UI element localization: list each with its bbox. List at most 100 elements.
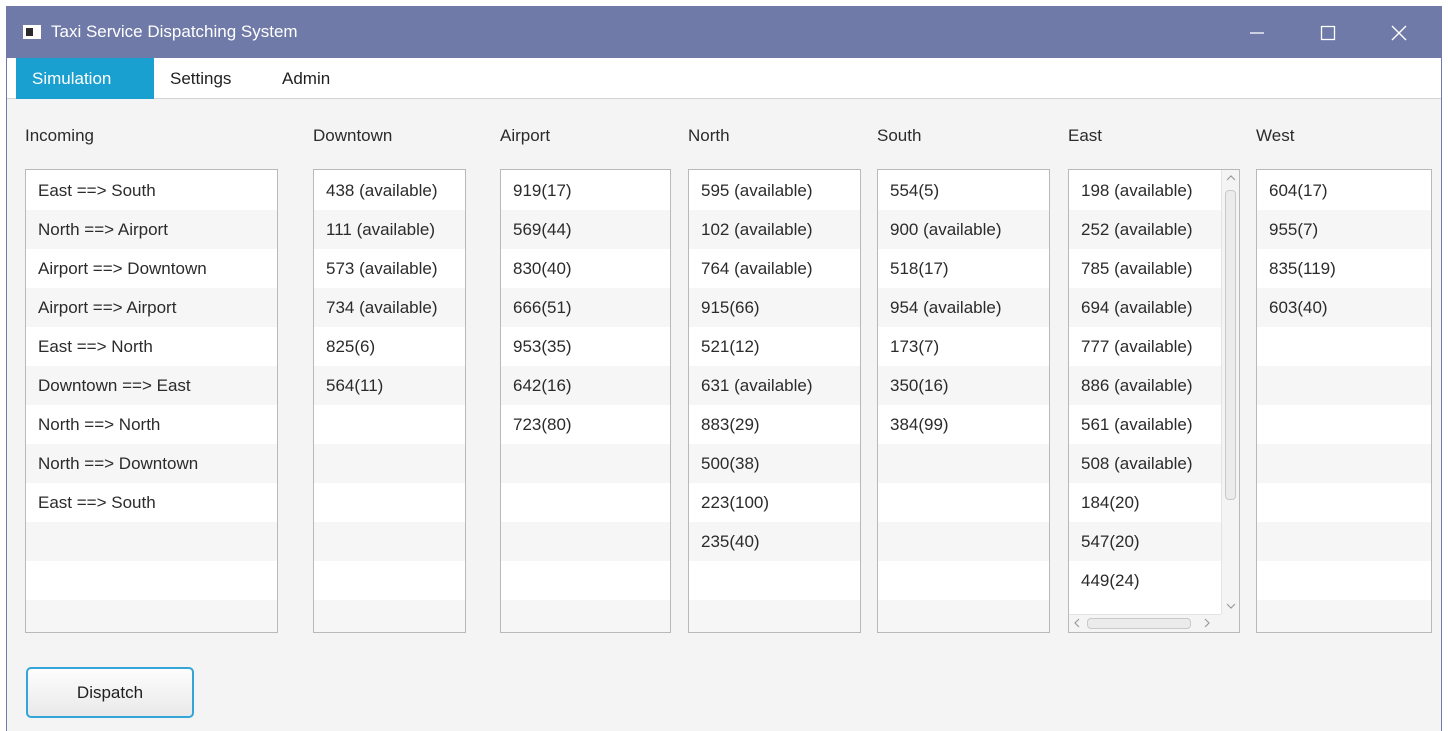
- north-list[interactable]: 595 (available) 102 (available) 764 (avail…: [688, 169, 861, 633]
- list-item[interactable]: 198 (available): [1069, 171, 1221, 210]
- empty-list-row[interactable]: [1257, 522, 1431, 561]
- list-item[interactable]: 835(119): [1257, 249, 1431, 288]
- empty-list-row[interactable]: [314, 483, 465, 522]
- empty-list-row[interactable]: [1257, 327, 1431, 366]
- list-item[interactable]: 900 (available): [878, 210, 1049, 249]
- empty-list-row[interactable]: [26, 561, 277, 600]
- east-horizontal-scroll-thumb[interactable]: [1087, 618, 1191, 629]
- list-item[interactable]: 235(40): [689, 522, 860, 561]
- list-item[interactable]: Airport ==> Downtown: [26, 249, 277, 288]
- empty-list-row[interactable]: [501, 561, 670, 600]
- east-vertical-scroll-thumb[interactable]: [1225, 190, 1236, 500]
- list-item[interactable]: 449(24): [1069, 561, 1221, 600]
- empty-list-row[interactable]: [878, 600, 1049, 632]
- list-item[interactable]: East ==> South: [26, 171, 277, 210]
- empty-list-row[interactable]: [501, 444, 670, 483]
- empty-list-row[interactable]: [314, 561, 465, 600]
- list-item[interactable]: 666(51): [501, 288, 670, 327]
- east-vertical-scrollbar[interactable]: [1221, 170, 1239, 614]
- list-item[interactable]: 642(16): [501, 366, 670, 405]
- empty-list-row[interactable]: [26, 522, 277, 561]
- list-item[interactable]: Airport ==> Airport: [26, 288, 277, 327]
- list-item[interactable]: 777 (available): [1069, 327, 1221, 366]
- list-item[interactable]: 954 (available): [878, 288, 1049, 327]
- empty-list-row[interactable]: [689, 600, 860, 632]
- list-item[interactable]: 764 (available): [689, 249, 860, 288]
- menu-simulation[interactable]: Simulation: [16, 58, 154, 99]
- list-item[interactable]: North ==> Airport: [26, 210, 277, 249]
- list-item[interactable]: 554(5): [878, 171, 1049, 210]
- empty-list-row[interactable]: [314, 522, 465, 561]
- empty-list-row[interactable]: [689, 561, 860, 600]
- empty-list-row[interactable]: [26, 600, 277, 632]
- list-item[interactable]: Downtown ==> East: [26, 366, 277, 405]
- empty-list-row[interactable]: [1257, 600, 1431, 632]
- list-item[interactable]: 561 (available): [1069, 405, 1221, 444]
- empty-list-row[interactable]: [1257, 561, 1431, 600]
- empty-list-row[interactable]: [1257, 444, 1431, 483]
- empty-list-row[interactable]: [501, 600, 670, 632]
- list-item[interactable]: 173(7): [878, 327, 1049, 366]
- list-item[interactable]: 734 (available): [314, 288, 465, 327]
- empty-list-row[interactable]: [878, 483, 1049, 522]
- empty-list-row[interactable]: [1257, 405, 1431, 444]
- empty-list-row[interactable]: [1257, 366, 1431, 405]
- airport-list[interactable]: 919(17) 569(44) 830(40) 666(51) 953(35) 642(1…: [500, 169, 671, 633]
- list-item[interactable]: 603(40): [1257, 288, 1431, 327]
- list-item[interactable]: 184(20): [1069, 483, 1221, 522]
- scroll-right-icon[interactable]: [1203, 618, 1211, 628]
- list-item[interactable]: 825(6): [314, 327, 465, 366]
- list-item[interactable]: 438 (available): [314, 171, 465, 210]
- list-item[interactable]: 384(99): [878, 405, 1049, 444]
- list-item[interactable]: 723(80): [501, 405, 670, 444]
- empty-list-row[interactable]: [314, 405, 465, 444]
- minimize-button[interactable]: [1226, 7, 1290, 58]
- west-list[interactable]: 604(17) 955(7) 835(119) 603(40): [1256, 169, 1432, 633]
- list-item[interactable]: 886 (available): [1069, 366, 1221, 405]
- scroll-left-icon[interactable]: [1073, 618, 1081, 628]
- list-item[interactable]: 785 (available): [1069, 249, 1221, 288]
- empty-list-row[interactable]: [314, 444, 465, 483]
- south-list[interactable]: 554(5) 900 (available) 518(17) 954 (availab…: [877, 169, 1050, 633]
- list-item[interactable]: 830(40): [501, 249, 670, 288]
- list-item[interactable]: 573 (available): [314, 249, 465, 288]
- menu-settings[interactable]: Settings: [154, 58, 247, 99]
- list-item[interactable]: 102 (available): [689, 210, 860, 249]
- incoming-list[interactable]: East ==> South North ==> Airport Airport =…: [25, 169, 278, 633]
- list-item[interactable]: 955(7): [1257, 210, 1431, 249]
- empty-list-row[interactable]: [878, 561, 1049, 600]
- list-item[interactable]: 919(17): [501, 171, 670, 210]
- empty-list-row[interactable]: [501, 483, 670, 522]
- list-item[interactable]: 350(16): [878, 366, 1049, 405]
- scroll-down-icon[interactable]: [1226, 602, 1236, 610]
- list-item[interactable]: 604(17): [1257, 171, 1431, 210]
- empty-list-row[interactable]: [878, 522, 1049, 561]
- list-item[interactable]: 508 (available): [1069, 444, 1221, 483]
- list-item[interactable]: 500(38): [689, 444, 860, 483]
- list-item[interactable]: 953(35): [501, 327, 670, 366]
- east-list[interactable]: 198 (available) 252 (available) 785 (avail…: [1068, 169, 1240, 633]
- list-item[interactable]: 547(20): [1069, 522, 1221, 561]
- empty-list-row[interactable]: [1257, 483, 1431, 522]
- list-item[interactable]: 595 (available): [689, 171, 860, 210]
- list-item[interactable]: 223(100): [689, 483, 860, 522]
- title-bar[interactable]: Taxi Service Dispatching System: [7, 7, 1441, 58]
- empty-list-row[interactable]: [501, 522, 670, 561]
- list-item[interactable]: 694 (available): [1069, 288, 1221, 327]
- menu-admin[interactable]: Admin: [266, 58, 346, 99]
- list-item[interactable]: East ==> South: [26, 483, 277, 522]
- maximize-button[interactable]: [1297, 7, 1361, 58]
- list-item[interactable]: 883(29): [689, 405, 860, 444]
- list-item[interactable]: 564(11): [314, 366, 465, 405]
- empty-list-row[interactable]: [878, 444, 1049, 483]
- east-horizontal-scrollbar[interactable]: [1069, 614, 1239, 632]
- list-item[interactable]: North ==> North: [26, 405, 277, 444]
- list-item[interactable]: East ==> North: [26, 327, 277, 366]
- list-item[interactable]: 111 (available): [314, 210, 465, 249]
- list-item[interactable]: 569(44): [501, 210, 670, 249]
- empty-list-row[interactable]: [314, 600, 465, 632]
- list-item[interactable]: 631 (available): [689, 366, 860, 405]
- list-item[interactable]: 252 (available): [1069, 210, 1221, 249]
- list-item[interactable]: 915(66): [689, 288, 860, 327]
- dispatch-button[interactable]: Dispatch: [26, 667, 194, 718]
